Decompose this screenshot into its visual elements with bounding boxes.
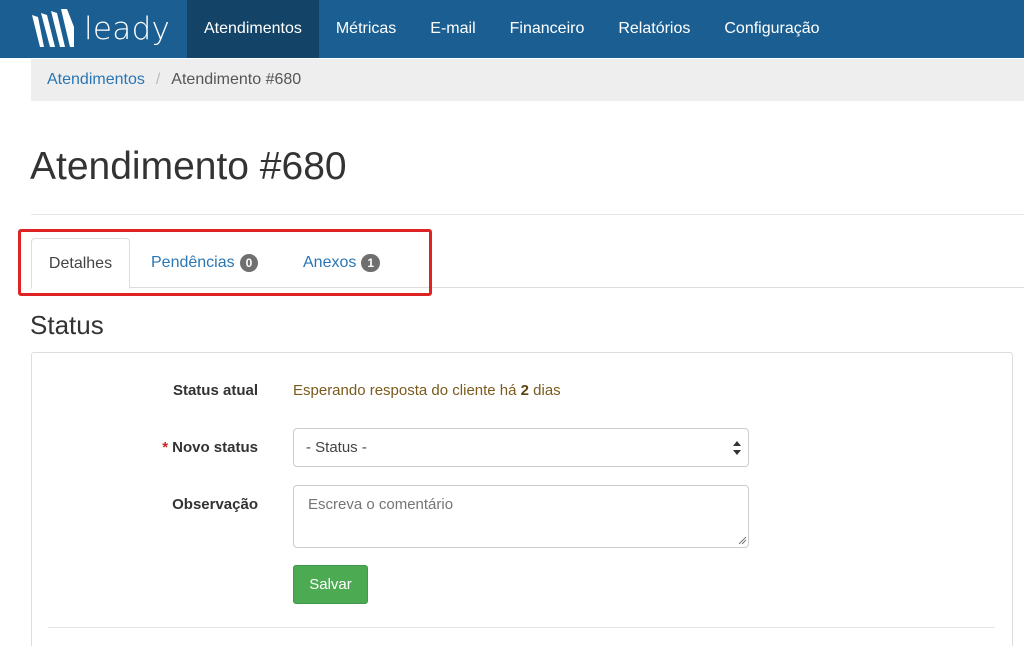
resize-grip-icon[interactable] bbox=[737, 535, 747, 545]
current-status-suffix: dias bbox=[529, 382, 561, 399]
leady-logo-icon bbox=[32, 9, 74, 47]
breadcrumb: Atendimentos / Atendimento #680 bbox=[31, 59, 1024, 101]
new-status-select[interactable]: - Status - bbox=[293, 428, 749, 467]
page-title: Atendimento #680 bbox=[30, 145, 347, 188]
new-status-label-text: Novo status bbox=[172, 439, 258, 456]
breadcrumb-link-atendimentos[interactable]: Atendimentos bbox=[47, 71, 145, 89]
current-status-prefix: Esperando resposta do cliente há bbox=[293, 382, 521, 399]
top-navbar: leady Atendimentos Métricas E-mail Finan… bbox=[0, 0, 1024, 58]
nav-item-metricas[interactable]: Métricas bbox=[319, 0, 413, 58]
new-status-selected-value: - Status - bbox=[306, 439, 367, 456]
note-label: Observação bbox=[172, 496, 258, 513]
note-textarea[interactable] bbox=[293, 485, 749, 548]
current-status-value: Esperando resposta do cliente há 2 dias bbox=[293, 382, 561, 399]
current-status-days: 2 bbox=[520, 382, 529, 399]
new-status-label: * Novo status bbox=[140, 439, 258, 456]
save-button[interactable]: Salvar bbox=[293, 565, 368, 604]
status-section-title: Status bbox=[30, 310, 104, 340]
brand-logo[interactable]: leady bbox=[30, 6, 170, 52]
nav-item-relatorios[interactable]: Relatórios bbox=[601, 0, 707, 58]
current-status-label: Status atual bbox=[172, 382, 258, 399]
nav-item-atendimentos[interactable]: Atendimentos bbox=[187, 0, 319, 58]
required-mark: * bbox=[162, 439, 169, 456]
nav-item-financeiro[interactable]: Financeiro bbox=[493, 0, 602, 58]
main-nav: Atendimentos Métricas E-mail Financeiro … bbox=[187, 0, 837, 58]
nav-item-email[interactable]: E-mail bbox=[413, 0, 492, 58]
tabs-highlight-box bbox=[18, 229, 432, 296]
panel-divider bbox=[48, 627, 995, 628]
select-arrows-icon bbox=[733, 441, 741, 455]
nav-item-configuracao[interactable]: Configuração bbox=[707, 0, 836, 58]
title-divider bbox=[31, 214, 1024, 215]
brand-name: leady bbox=[84, 11, 171, 47]
breadcrumb-separator: / bbox=[155, 71, 161, 88]
breadcrumb-current: Atendimento #680 bbox=[171, 71, 302, 88]
